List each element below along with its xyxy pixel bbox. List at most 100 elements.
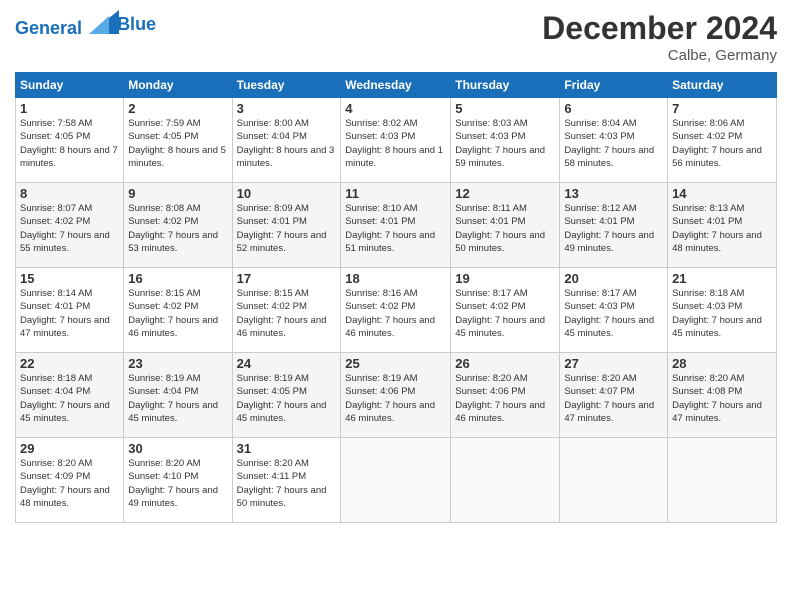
day-number: 15 [20,271,119,286]
col-tuesday: Tuesday [232,73,341,98]
calendar-cell: 1Sunrise: 7:58 AMSunset: 4:05 PMDaylight… [16,98,124,183]
col-wednesday: Wednesday [341,73,451,98]
day-info: Sunrise: 8:17 AMSunset: 4:03 PMDaylight:… [564,287,663,340]
day-number: 27 [564,356,663,371]
day-info: Sunrise: 8:16 AMSunset: 4:02 PMDaylight:… [345,287,446,340]
day-info: Sunrise: 8:09 AMSunset: 4:01 PMDaylight:… [237,202,337,255]
day-info: Sunrise: 8:19 AMSunset: 4:06 PMDaylight:… [345,372,446,425]
logo-blue-text: Blue [117,15,156,35]
day-info: Sunrise: 8:20 AMSunset: 4:07 PMDaylight:… [564,372,663,425]
day-number: 5 [455,101,555,116]
day-number: 18 [345,271,446,286]
calendar-cell: 6Sunrise: 8:04 AMSunset: 4:03 PMDaylight… [560,98,668,183]
day-info: Sunrise: 8:13 AMSunset: 4:01 PMDaylight:… [672,202,772,255]
day-info: Sunrise: 8:08 AMSunset: 4:02 PMDaylight:… [128,202,227,255]
day-info: Sunrise: 8:19 AMSunset: 4:04 PMDaylight:… [128,372,227,425]
day-info: Sunrise: 8:06 AMSunset: 4:02 PMDaylight:… [672,117,772,170]
day-info: Sunrise: 8:20 AMSunset: 4:06 PMDaylight:… [455,372,555,425]
calendar-cell: 3Sunrise: 8:00 AMSunset: 4:04 PMDaylight… [232,98,341,183]
day-number: 20 [564,271,663,286]
calendar-cell: 13Sunrise: 8:12 AMSunset: 4:01 PMDayligh… [560,183,668,268]
calendar-cell: 17Sunrise: 8:15 AMSunset: 4:02 PMDayligh… [232,268,341,353]
calendar-cell: 11Sunrise: 8:10 AMSunset: 4:01 PMDayligh… [341,183,451,268]
col-sunday: Sunday [16,73,124,98]
day-number: 23 [128,356,227,371]
calendar-cell: 20Sunrise: 8:17 AMSunset: 4:03 PMDayligh… [560,268,668,353]
calendar-cell: 30Sunrise: 8:20 AMSunset: 4:10 PMDayligh… [124,438,232,523]
logo-text: General [15,10,119,39]
calendar-cell: 19Sunrise: 8:17 AMSunset: 4:02 PMDayligh… [451,268,560,353]
col-monday: Monday [124,73,232,98]
day-info: Sunrise: 8:20 AMSunset: 4:11 PMDaylight:… [237,457,337,510]
month-title: December 2024 [542,10,777,47]
day-info: Sunrise: 8:03 AMSunset: 4:03 PMDaylight:… [455,117,555,170]
logo: General Blue [15,10,156,39]
day-number: 9 [128,186,227,201]
calendar-cell: 18Sunrise: 8:16 AMSunset: 4:02 PMDayligh… [341,268,451,353]
calendar-cell: 23Sunrise: 8:19 AMSunset: 4:04 PMDayligh… [124,353,232,438]
calendar-week-row: 1Sunrise: 7:58 AMSunset: 4:05 PMDaylight… [16,98,777,183]
day-number: 12 [455,186,555,201]
calendar-cell: 22Sunrise: 8:18 AMSunset: 4:04 PMDayligh… [16,353,124,438]
calendar-cell: 8Sunrise: 8:07 AMSunset: 4:02 PMDaylight… [16,183,124,268]
calendar-cell: 9Sunrise: 8:08 AMSunset: 4:02 PMDaylight… [124,183,232,268]
page-header: General Blue December 2024 Calbe, German… [15,10,777,64]
location: Calbe, Germany [542,47,777,64]
day-info: Sunrise: 8:15 AMSunset: 4:02 PMDaylight:… [237,287,337,340]
calendar-cell: 27Sunrise: 8:20 AMSunset: 4:07 PMDayligh… [560,353,668,438]
col-thursday: Thursday [451,73,560,98]
day-number: 16 [128,271,227,286]
calendar-cell: 21Sunrise: 8:18 AMSunset: 4:03 PMDayligh… [668,268,777,353]
day-info: Sunrise: 8:20 AMSunset: 4:10 PMDaylight:… [128,457,227,510]
calendar-cell: 25Sunrise: 8:19 AMSunset: 4:06 PMDayligh… [341,353,451,438]
calendar-cell: 29Sunrise: 8:20 AMSunset: 4:09 PMDayligh… [16,438,124,523]
calendar-cell: 5Sunrise: 8:03 AMSunset: 4:03 PMDaylight… [451,98,560,183]
calendar-week-row: 29Sunrise: 8:20 AMSunset: 4:09 PMDayligh… [16,438,777,523]
day-number: 19 [455,271,555,286]
calendar-cell [560,438,668,523]
calendar-cell: 7Sunrise: 8:06 AMSunset: 4:02 PMDaylight… [668,98,777,183]
calendar-table: Sunday Monday Tuesday Wednesday Thursday… [15,72,777,523]
day-info: Sunrise: 8:18 AMSunset: 4:03 PMDaylight:… [672,287,772,340]
day-number: 13 [564,186,663,201]
calendar-cell: 12Sunrise: 8:11 AMSunset: 4:01 PMDayligh… [451,183,560,268]
calendar-cell: 4Sunrise: 8:02 AMSunset: 4:03 PMDaylight… [341,98,451,183]
logo-icon [89,10,119,34]
day-info: Sunrise: 8:19 AMSunset: 4:05 PMDaylight:… [237,372,337,425]
day-number: 26 [455,356,555,371]
calendar-cell [341,438,451,523]
day-info: Sunrise: 8:18 AMSunset: 4:04 PMDaylight:… [20,372,119,425]
calendar-week-row: 22Sunrise: 8:18 AMSunset: 4:04 PMDayligh… [16,353,777,438]
title-block: December 2024 Calbe, Germany [542,10,777,64]
calendar-cell: 15Sunrise: 8:14 AMSunset: 4:01 PMDayligh… [16,268,124,353]
day-info: Sunrise: 8:10 AMSunset: 4:01 PMDaylight:… [345,202,446,255]
calendar-week-row: 8Sunrise: 8:07 AMSunset: 4:02 PMDaylight… [16,183,777,268]
page-container: General Blue December 2024 Calbe, German… [0,0,792,533]
day-info: Sunrise: 8:02 AMSunset: 4:03 PMDaylight:… [345,117,446,170]
day-number: 2 [128,101,227,116]
calendar-cell [451,438,560,523]
calendar-cell: 31Sunrise: 8:20 AMSunset: 4:11 PMDayligh… [232,438,341,523]
day-number: 11 [345,186,446,201]
col-friday: Friday [560,73,668,98]
calendar-cell [668,438,777,523]
day-number: 29 [20,441,119,456]
day-info: Sunrise: 8:00 AMSunset: 4:04 PMDaylight:… [237,117,337,170]
day-number: 1 [20,101,119,116]
day-number: 25 [345,356,446,371]
day-number: 8 [20,186,119,201]
calendar-cell: 2Sunrise: 7:59 AMSunset: 4:05 PMDaylight… [124,98,232,183]
day-info: Sunrise: 8:12 AMSunset: 4:01 PMDaylight:… [564,202,663,255]
calendar-week-row: 15Sunrise: 8:14 AMSunset: 4:01 PMDayligh… [16,268,777,353]
day-number: 4 [345,101,446,116]
day-info: Sunrise: 7:59 AMSunset: 4:05 PMDaylight:… [128,117,227,170]
day-number: 10 [237,186,337,201]
day-info: Sunrise: 7:58 AMSunset: 4:05 PMDaylight:… [20,117,119,170]
calendar-cell: 16Sunrise: 8:15 AMSunset: 4:02 PMDayligh… [124,268,232,353]
calendar-cell: 28Sunrise: 8:20 AMSunset: 4:08 PMDayligh… [668,353,777,438]
day-info: Sunrise: 8:15 AMSunset: 4:02 PMDaylight:… [128,287,227,340]
day-number: 6 [564,101,663,116]
day-number: 28 [672,356,772,371]
calendar-cell: 24Sunrise: 8:19 AMSunset: 4:05 PMDayligh… [232,353,341,438]
day-number: 3 [237,101,337,116]
